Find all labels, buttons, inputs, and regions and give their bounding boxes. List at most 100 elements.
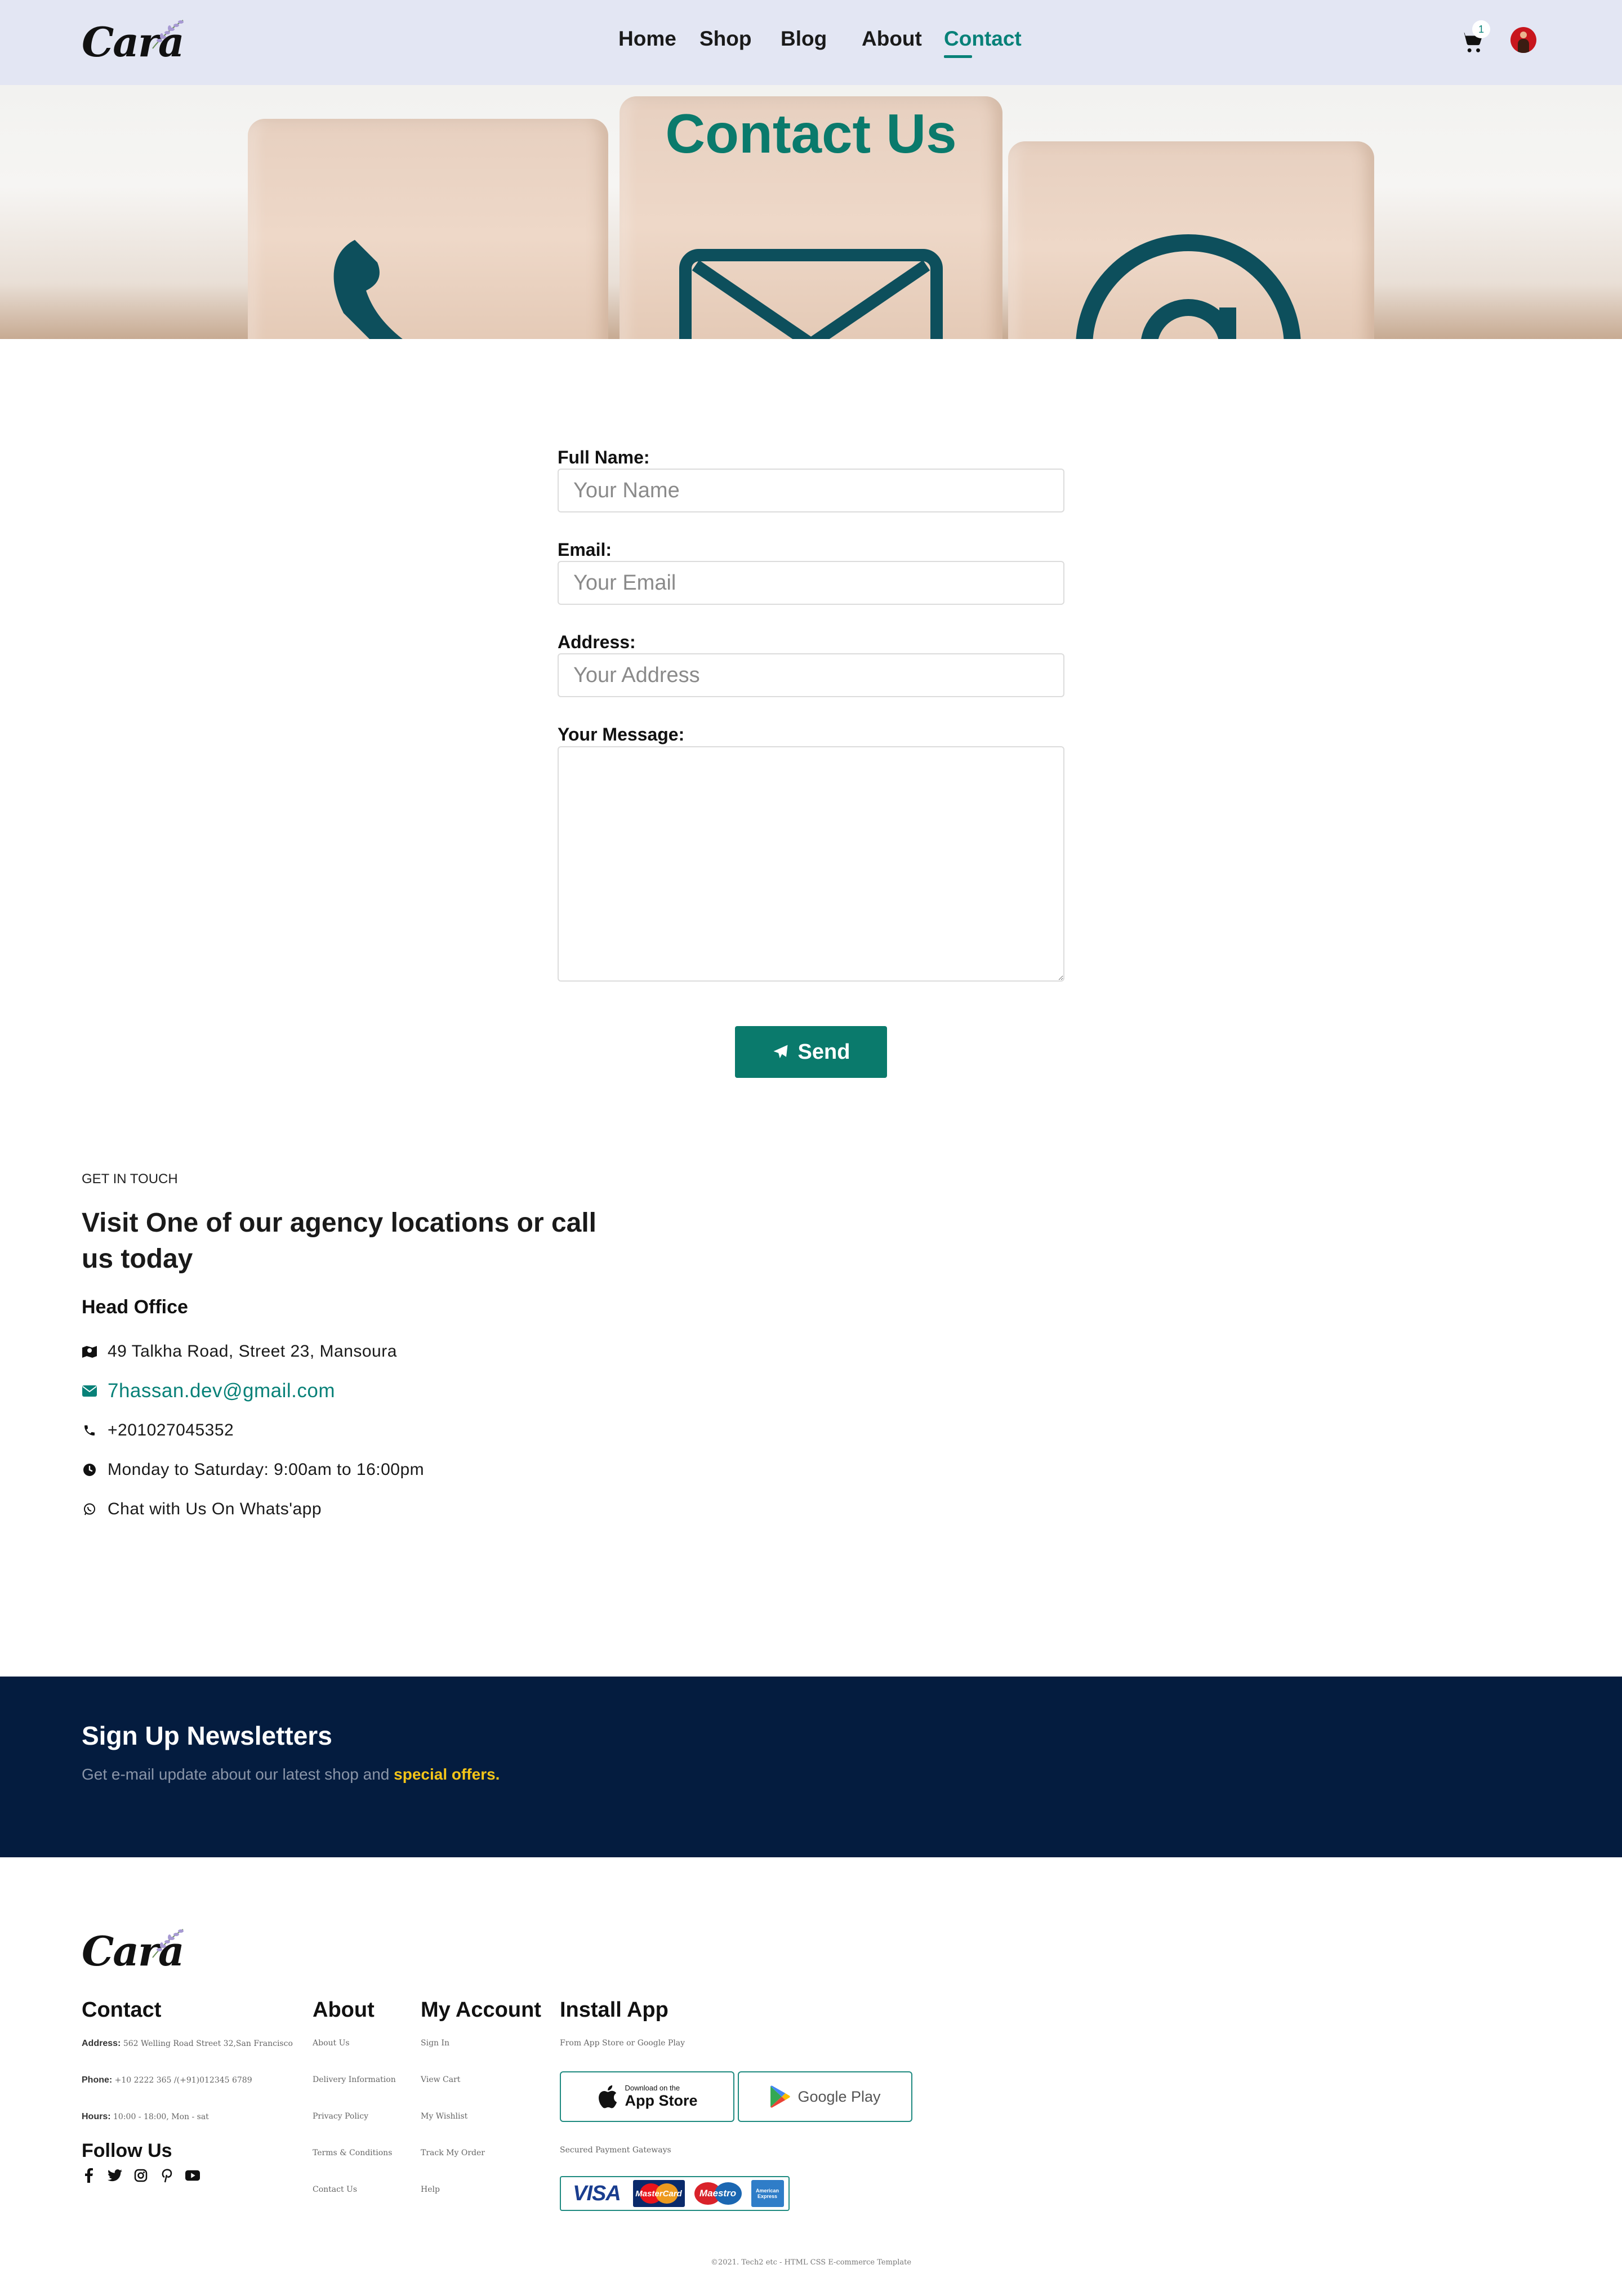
link-privacy-policy[interactable]: Privacy Policy bbox=[313, 2112, 368, 2121]
footer-about-column: About About Us Delivery Information Priv… bbox=[313, 1998, 414, 2194]
copyright-text: ©2021. Tech2 etc - HTML CSS E-commerce T… bbox=[710, 2258, 912, 2267]
hero-banner: Contact Us bbox=[0, 85, 1622, 339]
head-office-heading: Head Office bbox=[82, 1296, 188, 1318]
install-subtitle: From App Store or Google Play bbox=[560, 2039, 685, 2048]
footer-logo[interactable]: Cara bbox=[82, 1925, 189, 1976]
link-terms-conditions[interactable]: Terms & Conditions bbox=[313, 2148, 392, 2157]
at-sign-icon bbox=[1076, 234, 1301, 339]
newsletter-subtitle: Get e-mail update about our latest shop … bbox=[82, 1766, 500, 1784]
nav-home[interactable]: Home bbox=[618, 27, 676, 51]
nav-contact[interactable]: Contact bbox=[944, 27, 1022, 51]
phone-text: +201027045352 bbox=[108, 1421, 234, 1439]
lavender-icon bbox=[152, 1929, 184, 1958]
address-input[interactable] bbox=[558, 653, 1064, 697]
google-play-icon bbox=[770, 2085, 791, 2108]
map-icon bbox=[82, 1344, 97, 1359]
full-name-input[interactable] bbox=[558, 469, 1064, 512]
google-play-text: Google Play bbox=[797, 2088, 881, 2105]
footer-hours: Hours: 10:00 - 18:00, Mon - sat bbox=[82, 2112, 209, 2122]
address-text: 49 Talkha Road, Street 23, Mansoura bbox=[108, 1342, 397, 1361]
envelope-icon bbox=[679, 249, 943, 339]
footer-hours-value: 10:00 - 18:00, Mon - sat bbox=[113, 2112, 209, 2121]
pinterest-icon[interactable] bbox=[159, 2168, 174, 2183]
footer-about-heading: About bbox=[313, 1998, 375, 2022]
newsletter-highlight: special offers. bbox=[394, 1766, 500, 1783]
whatsapp-row[interactable]: Chat with Us On Whats'app bbox=[82, 1498, 322, 1521]
phone-icon bbox=[82, 1423, 97, 1438]
payment-label: Secured Payment Gateways bbox=[560, 2146, 671, 2155]
footer-address: Address: 562 Welling Road Street 32,San … bbox=[82, 2039, 293, 2049]
apple-icon bbox=[599, 2085, 617, 2108]
footer-contact-column: Contact Address: 562 Welling Road Street… bbox=[82, 1998, 307, 2121]
cart-count-badge: 1 bbox=[1472, 20, 1490, 38]
paper-plane-icon bbox=[773, 1045, 788, 1059]
facebook-icon[interactable] bbox=[82, 2168, 96, 2183]
footer-contact-heading: Contact bbox=[82, 1998, 162, 2022]
footer-account-column: My Account Sign In View Cart My Wishlist… bbox=[421, 1998, 545, 2194]
message-label: Your Message: bbox=[558, 724, 685, 744]
email-link[interactable]: 7hassan.dev@gmail.com bbox=[108, 1380, 335, 1402]
nav-blog[interactable]: Blog bbox=[781, 27, 827, 51]
maestro-card: Maestro bbox=[689, 2180, 746, 2207]
hours-text: Monday to Saturday: 9:00am to 16:00pm bbox=[108, 1460, 425, 1479]
social-icons bbox=[82, 2168, 200, 2183]
page-title: Contact Us bbox=[665, 102, 957, 164]
email-row[interactable]: 7hassan.dev@gmail.com bbox=[82, 1380, 335, 1402]
link-view-cart[interactable]: View Cart bbox=[421, 2075, 460, 2084]
nav-about[interactable]: About bbox=[862, 27, 922, 51]
footer-install-heading: Install App bbox=[560, 1998, 669, 2022]
section-eyebrow: GET IN TOUCH bbox=[82, 1171, 178, 1187]
link-delivery-information[interactable]: Delivery Information bbox=[313, 2075, 396, 2084]
footer-phone-value: +10 2222 365 /(+91)012345 6789 bbox=[114, 2076, 252, 2085]
nav-shop[interactable]: Shop bbox=[699, 27, 751, 51]
send-button[interactable]: Send bbox=[735, 1026, 887, 1078]
footer-phone-label: Phone: bbox=[82, 2075, 113, 2085]
app-store-small-text: Download on the bbox=[625, 2084, 680, 2092]
link-contact-us[interactable]: Contact Us bbox=[313, 2185, 357, 2194]
google-play-button[interactable]: Google Play bbox=[738, 2071, 912, 2122]
footer-address-value: 562 Welling Road Street 32,San Francisco bbox=[123, 2039, 293, 2048]
footer-hours-label: Hours: bbox=[82, 2112, 111, 2121]
link-about-us[interactable]: About Us bbox=[313, 2039, 350, 2048]
link-help[interactable]: Help bbox=[421, 2185, 440, 2194]
whatsapp-text[interactable]: Chat with Us On Whats'app bbox=[108, 1500, 322, 1519]
full-name-label: Full Name: bbox=[558, 447, 650, 467]
hours-row: Monday to Saturday: 9:00am to 16:00pm bbox=[82, 1459, 424, 1481]
twitter-icon[interactable] bbox=[108, 2168, 122, 2183]
footer-address-label: Address: bbox=[82, 2039, 121, 2048]
phone-row: +201027045352 bbox=[82, 1419, 234, 1442]
payment-cards: VISA MasterCard Maestro American Express bbox=[560, 2176, 790, 2211]
instagram-icon[interactable] bbox=[133, 2168, 148, 2183]
link-track-my-order[interactable]: Track My Order bbox=[421, 2148, 485, 2157]
visa-card: VISA bbox=[565, 2180, 628, 2207]
address-row: 49 Talkha Road, Street 23, Mansoura bbox=[82, 1340, 397, 1363]
send-label: Send bbox=[797, 1040, 850, 1064]
footer-phone: Phone: +10 2222 365 /(+91)012345 6789 bbox=[82, 2075, 252, 2085]
nav-active-underline bbox=[944, 55, 972, 58]
email-input[interactable] bbox=[558, 561, 1064, 605]
site-header: Cara Home Shop Blog About Contact 1 bbox=[0, 0, 1622, 85]
user-avatar[interactable] bbox=[1510, 27, 1536, 53]
app-store-button[interactable]: Download on the App Store bbox=[560, 2071, 734, 2122]
newsletter-title: Sign Up Newsletters bbox=[82, 1721, 332, 1750]
newsletter-subtitle-text: Get e-mail update about our latest shop … bbox=[82, 1766, 390, 1783]
youtube-icon[interactable] bbox=[185, 2168, 200, 2183]
section-title: Visit One of our agency locations or cal… bbox=[82, 1208, 597, 1274]
whatsapp-icon bbox=[82, 1501, 97, 1517]
follow-us-heading: Follow Us bbox=[82, 2140, 172, 2161]
envelope-icon bbox=[82, 1383, 97, 1399]
logo[interactable]: Cara bbox=[82, 16, 189, 66]
clock-icon bbox=[82, 1462, 97, 1478]
email-label: Email: bbox=[558, 540, 612, 560]
newsletter-section: Sign Up Newsletters Get e-mail update ab… bbox=[0, 1677, 1622, 1857]
amex-card: American Express bbox=[751, 2180, 784, 2207]
footer-install-column: Install App From App Store or Google Pla… bbox=[560, 1998, 954, 2155]
lavender-icon bbox=[152, 20, 184, 49]
message-textarea[interactable] bbox=[558, 746, 1064, 982]
phone-icon bbox=[333, 240, 403, 339]
footer-account-heading: My Account bbox=[421, 1998, 541, 2022]
link-my-wishlist[interactable]: My Wishlist bbox=[421, 2112, 467, 2121]
site-footer: Cara Contact Address: 562 Welling Road S… bbox=[0, 1857, 1622, 2296]
app-store-big-text: App Store bbox=[625, 2092, 698, 2109]
link-sign-in[interactable]: Sign In bbox=[421, 2039, 449, 2048]
